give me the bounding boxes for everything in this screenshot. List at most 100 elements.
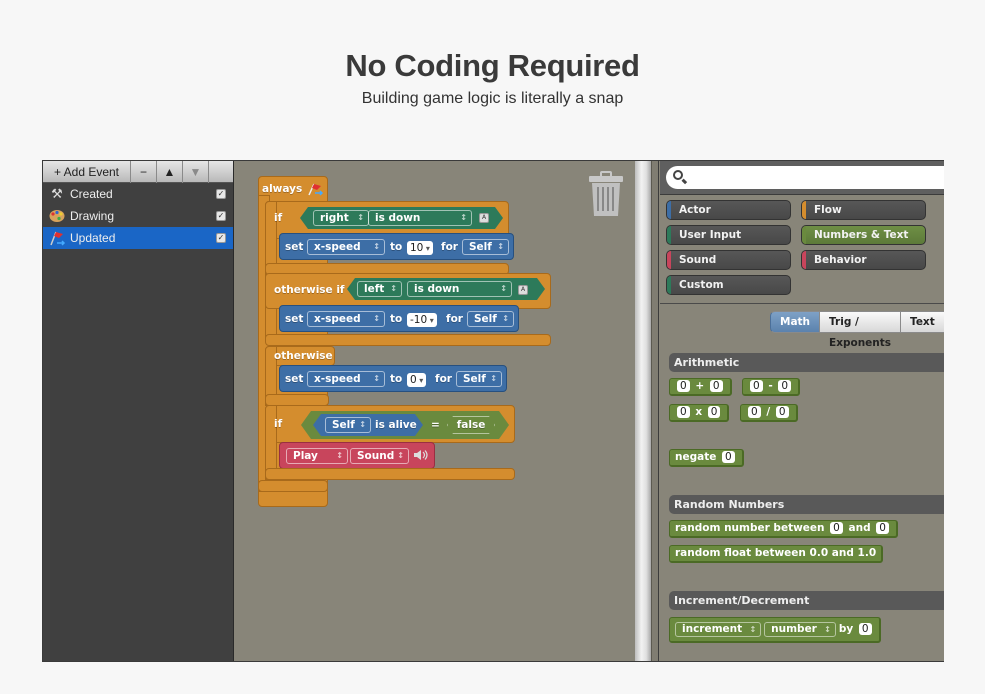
- event-enabled-checkbox[interactable]: ✓: [216, 233, 226, 243]
- section-random-numbers: Random Numbers: [669, 495, 944, 514]
- operand-a[interactable]: 0: [748, 406, 761, 418]
- editor-window: + Add Event − ▲ ▼ ⚒ Created ✓ Drawing ✓ …: [42, 160, 944, 662]
- to-label: to: [390, 373, 403, 385]
- set-label: set: [285, 313, 304, 325]
- divide-block[interactable]: 0 / 0: [740, 404, 798, 422]
- category-color-stripe: [667, 251, 671, 269]
- event-enabled-checkbox[interactable]: ✓: [216, 189, 226, 199]
- operand-a[interactable]: 0: [750, 380, 763, 392]
- operand-b[interactable]: 0: [775, 406, 789, 418]
- increment-target-dropdown[interactable]: number: [764, 622, 836, 637]
- category-behavior[interactable]: Behavior: [801, 250, 926, 270]
- event-item-updated[interactable]: Updated ✓: [43, 227, 233, 249]
- actor-dropdown[interactable]: Self: [325, 417, 371, 433]
- random-number-label: random number between: [675, 522, 825, 534]
- operand-b[interactable]: 0: [778, 380, 792, 392]
- subtract-block[interactable]: 0 - 0: [742, 378, 801, 396]
- script-canvas[interactable]: always if right is down A set x-speed to…: [235, 161, 635, 661]
- trash-icon[interactable]: [588, 171, 624, 217]
- category-numbers-text[interactable]: Numbers & Text: [801, 225, 926, 245]
- play-action-dropdown[interactable]: Play: [286, 448, 348, 464]
- otherwise-if-label: otherwise if: [274, 284, 345, 296]
- add-block[interactable]: 0 + 0: [669, 378, 732, 396]
- category-custom[interactable]: Custom: [666, 275, 791, 295]
- attribute-dropdown[interactable]: x-speed: [307, 311, 385, 327]
- false-label: false: [456, 419, 486, 431]
- operand-b[interactable]: 0: [709, 380, 723, 392]
- block-palette: Actor Flow User Input Numbers & Text Sou…: [660, 161, 944, 661]
- key-state-dropdown[interactable]: is down: [407, 281, 512, 297]
- increment-mode-dropdown[interactable]: increment: [675, 622, 762, 637]
- category-actor[interactable]: Actor: [666, 200, 791, 220]
- key-state-dropdown[interactable]: is down: [368, 210, 472, 226]
- for-label: for: [446, 313, 463, 325]
- operand-b[interactable]: 0: [707, 406, 721, 418]
- value-dropdown[interactable]: 10: [407, 241, 433, 255]
- key-badge-icon: A: [518, 285, 528, 295]
- palette-icon: [48, 208, 66, 224]
- events-toolbar: + Add Event − ▲ ▼: [43, 161, 233, 183]
- add-event-button[interactable]: + Add Event: [43, 161, 131, 183]
- operator: +: [695, 380, 705, 392]
- negate-value[interactable]: 0: [722, 451, 735, 463]
- event-item-drawing[interactable]: Drawing ✓: [43, 205, 233, 227]
- increment-value[interactable]: 0: [858, 623, 872, 635]
- palette-search-bar: [660, 161, 944, 195]
- category-label: Custom: [679, 279, 724, 291]
- operand-a[interactable]: 0: [677, 380, 690, 392]
- random-max[interactable]: 0: [876, 522, 889, 534]
- category-list: Actor Flow User Input Numbers & Text Sou…: [660, 195, 944, 304]
- key-dropdown[interactable]: right: [313, 210, 369, 226]
- random-float-block[interactable]: random float between 0.0 and 1.0: [669, 545, 884, 563]
- panel-splitter[interactable]: [651, 161, 659, 661]
- category-user-input[interactable]: User Input: [666, 225, 791, 245]
- remove-event-button[interactable]: −: [131, 161, 157, 183]
- negate-block[interactable]: negate 0: [669, 449, 744, 467]
- flag-icon: [48, 230, 66, 246]
- attribute-dropdown[interactable]: x-speed: [307, 371, 385, 387]
- target-dropdown[interactable]: Self: [462, 239, 509, 255]
- attribute-dropdown[interactable]: x-speed: [307, 239, 385, 255]
- category-sound[interactable]: Sound: [666, 250, 791, 270]
- by-label: by: [838, 623, 854, 635]
- category-color-stripe: [667, 226, 671, 244]
- tab-math[interactable]: Math: [770, 311, 821, 333]
- set-label: set: [285, 241, 304, 253]
- events-panel: + Add Event − ▲ ▼ ⚒ Created ✓ Drawing ✓ …: [43, 161, 234, 661]
- category-color-stripe: [667, 201, 671, 219]
- speaker-icon: [413, 449, 429, 464]
- operator: -: [768, 380, 773, 392]
- random-min[interactable]: 0: [830, 522, 843, 534]
- event-label: Updated: [70, 231, 116, 245]
- random-float-label: random float between 0.0 and 1.0: [675, 547, 877, 559]
- move-down-button[interactable]: ▼: [183, 161, 209, 183]
- tab-text[interactable]: Text: [901, 311, 944, 333]
- canvas-scrollbar[interactable]: [635, 161, 651, 661]
- target-dropdown[interactable]: Self: [467, 311, 514, 327]
- operand-a[interactable]: 0: [677, 406, 690, 418]
- category-label: Sound: [679, 254, 717, 266]
- palette-search-input[interactable]: [666, 166, 944, 189]
- value-dropdown[interactable]: 0: [407, 373, 427, 387]
- key-dropdown[interactable]: left: [357, 281, 402, 297]
- search-icon: [673, 170, 683, 180]
- multiply-block[interactable]: 0 x 0: [669, 404, 730, 422]
- move-down-label: ▼: [189, 165, 202, 179]
- false-value[interactable]: false: [447, 416, 495, 434]
- target-dropdown[interactable]: Self: [456, 371, 502, 387]
- increment-block[interactable]: incrementnumberby 0: [669, 617, 881, 643]
- value-dropdown[interactable]: -10: [407, 313, 437, 327]
- random-number-block[interactable]: random number between 0 and 0: [669, 520, 898, 538]
- sound-dropdown[interactable]: Sound: [350, 448, 409, 464]
- event-enabled-checkbox[interactable]: ✓: [216, 211, 226, 221]
- is-alive-label: is alive: [375, 419, 417, 431]
- hammer-icon: ⚒: [51, 186, 63, 201]
- to-label: to: [390, 313, 403, 325]
- category-flow[interactable]: Flow: [801, 200, 926, 220]
- move-up-button[interactable]: ▲: [157, 161, 183, 183]
- event-item-created[interactable]: ⚒ Created ✓: [43, 183, 233, 205]
- category-label: Behavior: [814, 254, 867, 266]
- tab-trig-exponents[interactable]: Trig / Exponents: [820, 311, 902, 349]
- negate-label: negate: [675, 451, 717, 463]
